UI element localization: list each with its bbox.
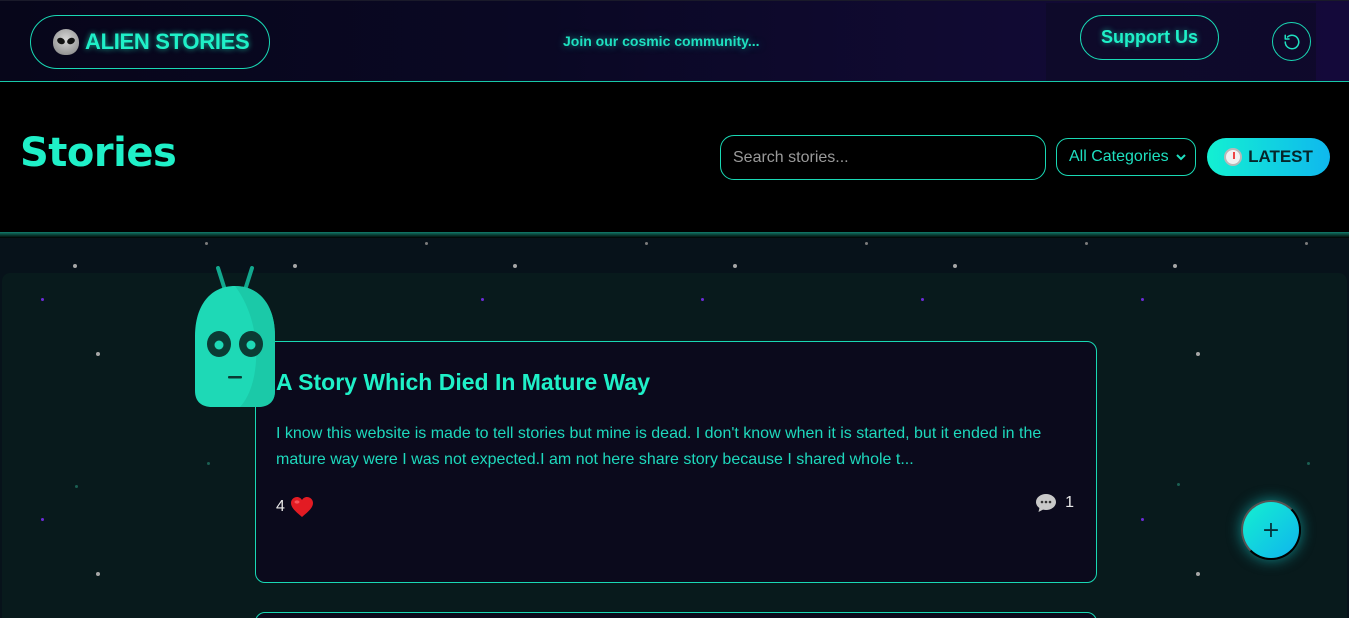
sort-latest-button[interactable]: LATEST bbox=[1207, 138, 1330, 176]
refresh-button[interactable] bbox=[1272, 22, 1311, 61]
top-navigation-bar: ALIEN STORIES Join our cosmic community.… bbox=[0, 0, 1349, 82]
alien-mascot-icon bbox=[195, 266, 275, 407]
speech-bubble-icon bbox=[1036, 494, 1057, 512]
star bbox=[96, 572, 100, 576]
comment-count: 1 bbox=[1065, 494, 1074, 511]
star bbox=[1196, 352, 1200, 356]
star bbox=[701, 298, 704, 301]
star bbox=[425, 242, 428, 245]
plus-icon: + bbox=[1261, 517, 1281, 543]
story-excerpt: I know this website is made to tell stor… bbox=[276, 425, 1042, 468]
category-selected-value: All Categories bbox=[1069, 148, 1169, 165]
star bbox=[41, 518, 44, 521]
search-input[interactable] bbox=[720, 135, 1046, 180]
star bbox=[96, 352, 100, 356]
support-us-button[interactable]: Support Us bbox=[1080, 15, 1219, 60]
star bbox=[953, 264, 957, 268]
star bbox=[1141, 298, 1144, 301]
add-story-button[interactable]: + bbox=[1241, 500, 1301, 560]
alien-icon bbox=[53, 29, 79, 55]
heart-icon bbox=[290, 497, 313, 517]
star bbox=[75, 485, 78, 488]
star bbox=[207, 462, 210, 465]
like-count: 4 bbox=[276, 498, 285, 515]
star bbox=[1196, 572, 1200, 576]
star bbox=[645, 242, 648, 245]
story-card[interactable]: A Story Which Died In Mature Way I know … bbox=[255, 341, 1097, 583]
comments-button[interactable]: 1 bbox=[1035, 493, 1074, 513]
story-title[interactable]: A Story Which Died In Mature Way bbox=[276, 369, 650, 396]
refresh-icon bbox=[1284, 34, 1299, 49]
star bbox=[1173, 264, 1177, 268]
like-button[interactable]: 4 bbox=[276, 496, 314, 518]
star bbox=[1305, 242, 1308, 245]
star bbox=[1141, 518, 1144, 521]
star bbox=[1085, 242, 1088, 245]
star bbox=[41, 298, 44, 301]
star bbox=[1177, 483, 1180, 486]
star bbox=[481, 298, 484, 301]
chevron-down-icon bbox=[1176, 154, 1186, 161]
star bbox=[73, 264, 77, 268]
star bbox=[205, 242, 208, 245]
logo-text: ALIEN STORIES bbox=[85, 29, 250, 54]
sort-label: LATEST bbox=[1248, 147, 1313, 166]
star bbox=[921, 298, 924, 301]
star bbox=[513, 264, 517, 268]
star bbox=[865, 242, 868, 245]
site-logo[interactable]: ALIEN STORIES bbox=[30, 15, 270, 69]
community-tagline[interactable]: Join our cosmic community... bbox=[563, 33, 760, 49]
star bbox=[1307, 462, 1310, 465]
page-title: Stories bbox=[20, 130, 177, 176]
star bbox=[293, 264, 297, 268]
star bbox=[733, 264, 737, 268]
stopwatch-icon bbox=[1224, 148, 1243, 166]
story-card-next[interactable] bbox=[255, 612, 1097, 618]
category-select[interactable]: All Categories bbox=[1056, 138, 1196, 176]
